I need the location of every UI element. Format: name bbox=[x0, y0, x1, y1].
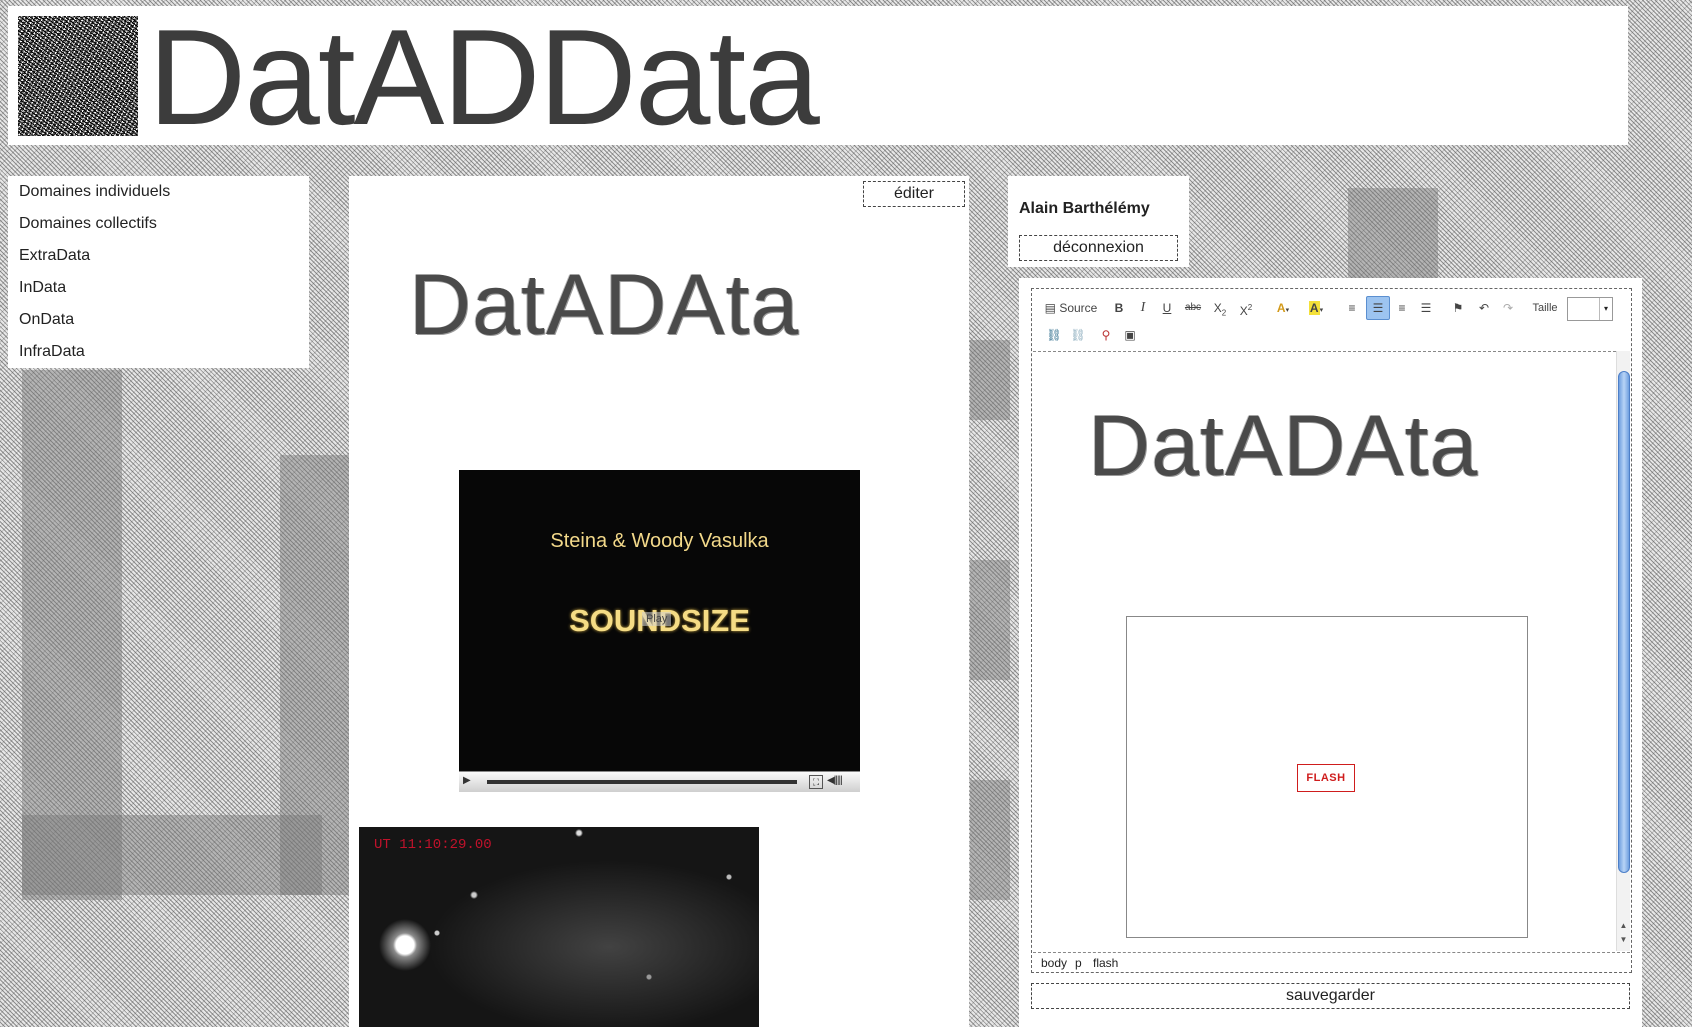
comet-photo: UT 11:10:29.00 bbox=[359, 827, 759, 1027]
text-color-icon: A bbox=[1276, 301, 1286, 315]
nav-item-domaines-individuels[interactable]: Domaines individuels bbox=[8, 176, 309, 208]
image-icon[interactable]: ⚲ bbox=[1096, 324, 1116, 346]
nav-item-ondata[interactable]: OnData bbox=[8, 304, 309, 336]
nav-item-infradata[interactable]: InfraData bbox=[8, 336, 309, 368]
scroll-down-icon[interactable]: ▼ bbox=[1617, 935, 1630, 947]
italic-button[interactable]: I bbox=[1134, 297, 1152, 319]
play-button[interactable]: Play bbox=[642, 612, 672, 626]
subscript-button[interactable]: X2 bbox=[1210, 297, 1230, 319]
subscript-base: X bbox=[1213, 301, 1222, 315]
background-color-button[interactable]: A▾ bbox=[1302, 297, 1330, 319]
align-center-icon[interactable]: ☰ bbox=[1366, 296, 1390, 320]
background-shape bbox=[22, 370, 122, 900]
superscript-base: X bbox=[1239, 304, 1248, 318]
site-logo[interactable] bbox=[18, 16, 138, 136]
video-player[interactable]: Steina & Woody Vasulka SOUNDSIZE Play ▶ … bbox=[459, 470, 860, 792]
align-right-icon[interactable]: ≡ bbox=[1392, 297, 1412, 319]
background-color-icon: A bbox=[1308, 301, 1320, 315]
bold-button[interactable]: B bbox=[1110, 297, 1128, 319]
fullscreen-icon[interactable]: ⛶ bbox=[809, 775, 823, 789]
main-navigation: Domaines individuels Domaines collectifs… bbox=[8, 176, 309, 368]
size-label: Taille bbox=[1532, 302, 1558, 314]
video-progress-bar[interactable] bbox=[487, 780, 797, 784]
play-icon[interactable]: ▶ bbox=[463, 775, 471, 786]
undo-icon[interactable]: ↶ bbox=[1474, 297, 1494, 319]
background-shape bbox=[970, 560, 1010, 680]
volume-icon[interactable]: ◀||||| bbox=[827, 775, 843, 786]
chevron-down-icon: ▾ bbox=[1319, 307, 1324, 314]
rich-text-editor: ▤ Source B I U abc X2 X2 A▾ A▾ ≡ ☰ ≡ ☰ ⚑ bbox=[1031, 288, 1632, 973]
nav-item-domaines-collectifs[interactable]: Domaines collectifs bbox=[8, 208, 309, 240]
nav-item-indata[interactable]: InData bbox=[8, 272, 309, 304]
link-icon[interactable]: ⛓ bbox=[1044, 324, 1064, 346]
editor-panel: ▤ Source B I U abc X2 X2 A▾ A▾ ≡ ☰ ≡ ☰ ⚑ bbox=[1019, 278, 1642, 1027]
subscript-mark: 2 bbox=[1221, 308, 1227, 318]
scrollbar-thumb[interactable] bbox=[1618, 371, 1630, 873]
video-title: Steina & Woody Vasulka bbox=[550, 530, 769, 552]
underline-button[interactable]: U bbox=[1158, 297, 1176, 319]
flash-placeholder[interactable]: FLASH bbox=[1126, 616, 1528, 938]
background-shape bbox=[1348, 188, 1438, 278]
source-label: Source bbox=[1059, 301, 1098, 315]
background-shape bbox=[22, 815, 322, 895]
flash-label: FLASH bbox=[1297, 764, 1355, 792]
user-name: Alain Barthélémy bbox=[1019, 200, 1150, 217]
anchor-icon[interactable]: ⚑ bbox=[1448, 297, 1468, 319]
site-header: DatADData bbox=[8, 1, 1628, 153]
text-color-button[interactable]: A▾ bbox=[1270, 297, 1296, 319]
edit-button[interactable]: éditer bbox=[863, 181, 965, 207]
photo-timestamp: UT 11:10:29.00 bbox=[374, 837, 492, 853]
superscript-mark: 2 bbox=[1247, 303, 1253, 312]
align-left-icon[interactable]: ≡ bbox=[1342, 297, 1362, 319]
justify-icon[interactable]: ☰ bbox=[1416, 297, 1436, 319]
path-item-p[interactable]: p bbox=[1075, 956, 1082, 970]
editor-content-logo: DatADAta bbox=[1088, 398, 1479, 494]
source-button[interactable]: ▤ Source bbox=[1040, 297, 1102, 319]
scroll-up-icon[interactable]: ▲ bbox=[1617, 921, 1630, 933]
site-title[interactable]: DatADData bbox=[148, 0, 820, 159]
chevron-down-icon: ▾ bbox=[1599, 298, 1612, 320]
content-logo: DatADAta bbox=[409, 257, 800, 353]
flash-icon[interactable]: ▣ bbox=[1120, 324, 1140, 346]
redo-icon[interactable]: ↷ bbox=[1498, 297, 1518, 319]
save-button[interactable]: sauvegarder bbox=[1031, 983, 1630, 1009]
unlink-icon[interactable]: ⛓ bbox=[1068, 324, 1088, 346]
path-item-flash[interactable]: flash bbox=[1093, 956, 1118, 970]
editor-content-area[interactable]: DatADAta FLASH bbox=[1033, 351, 1616, 952]
source-icon: ▤ bbox=[1044, 301, 1056, 315]
main-content: éditer DatADAta Steina & Woody Vasulka S… bbox=[349, 176, 969, 1027]
background-shape bbox=[280, 455, 350, 895]
superscript-button[interactable]: X2 bbox=[1236, 297, 1256, 319]
background-shape bbox=[970, 340, 1010, 420]
font-size-select[interactable]: ▾ bbox=[1567, 297, 1613, 321]
video-controls: ▶ ⛶ ◀||||| bbox=[459, 771, 860, 792]
path-item-body[interactable]: body bbox=[1041, 956, 1067, 970]
element-path-bar: body p flash bbox=[1033, 952, 1630, 972]
user-panel: Alain Barthélémy déconnexion bbox=[1008, 176, 1189, 267]
strikethrough-button[interactable]: abc bbox=[1182, 297, 1204, 319]
logout-button[interactable]: déconnexion bbox=[1019, 235, 1178, 261]
nav-item-extradata[interactable]: ExtraData bbox=[8, 240, 309, 272]
editor-scrollbar[interactable]: ▲ ▼ bbox=[1616, 351, 1630, 951]
chevron-down-icon: ▾ bbox=[1285, 307, 1290, 314]
editor-toolbar: ▤ Source B I U abc X2 X2 A▾ A▾ ≡ ☰ ≡ ☰ ⚑ bbox=[1038, 293, 1625, 349]
background-shape bbox=[970, 780, 1010, 900]
